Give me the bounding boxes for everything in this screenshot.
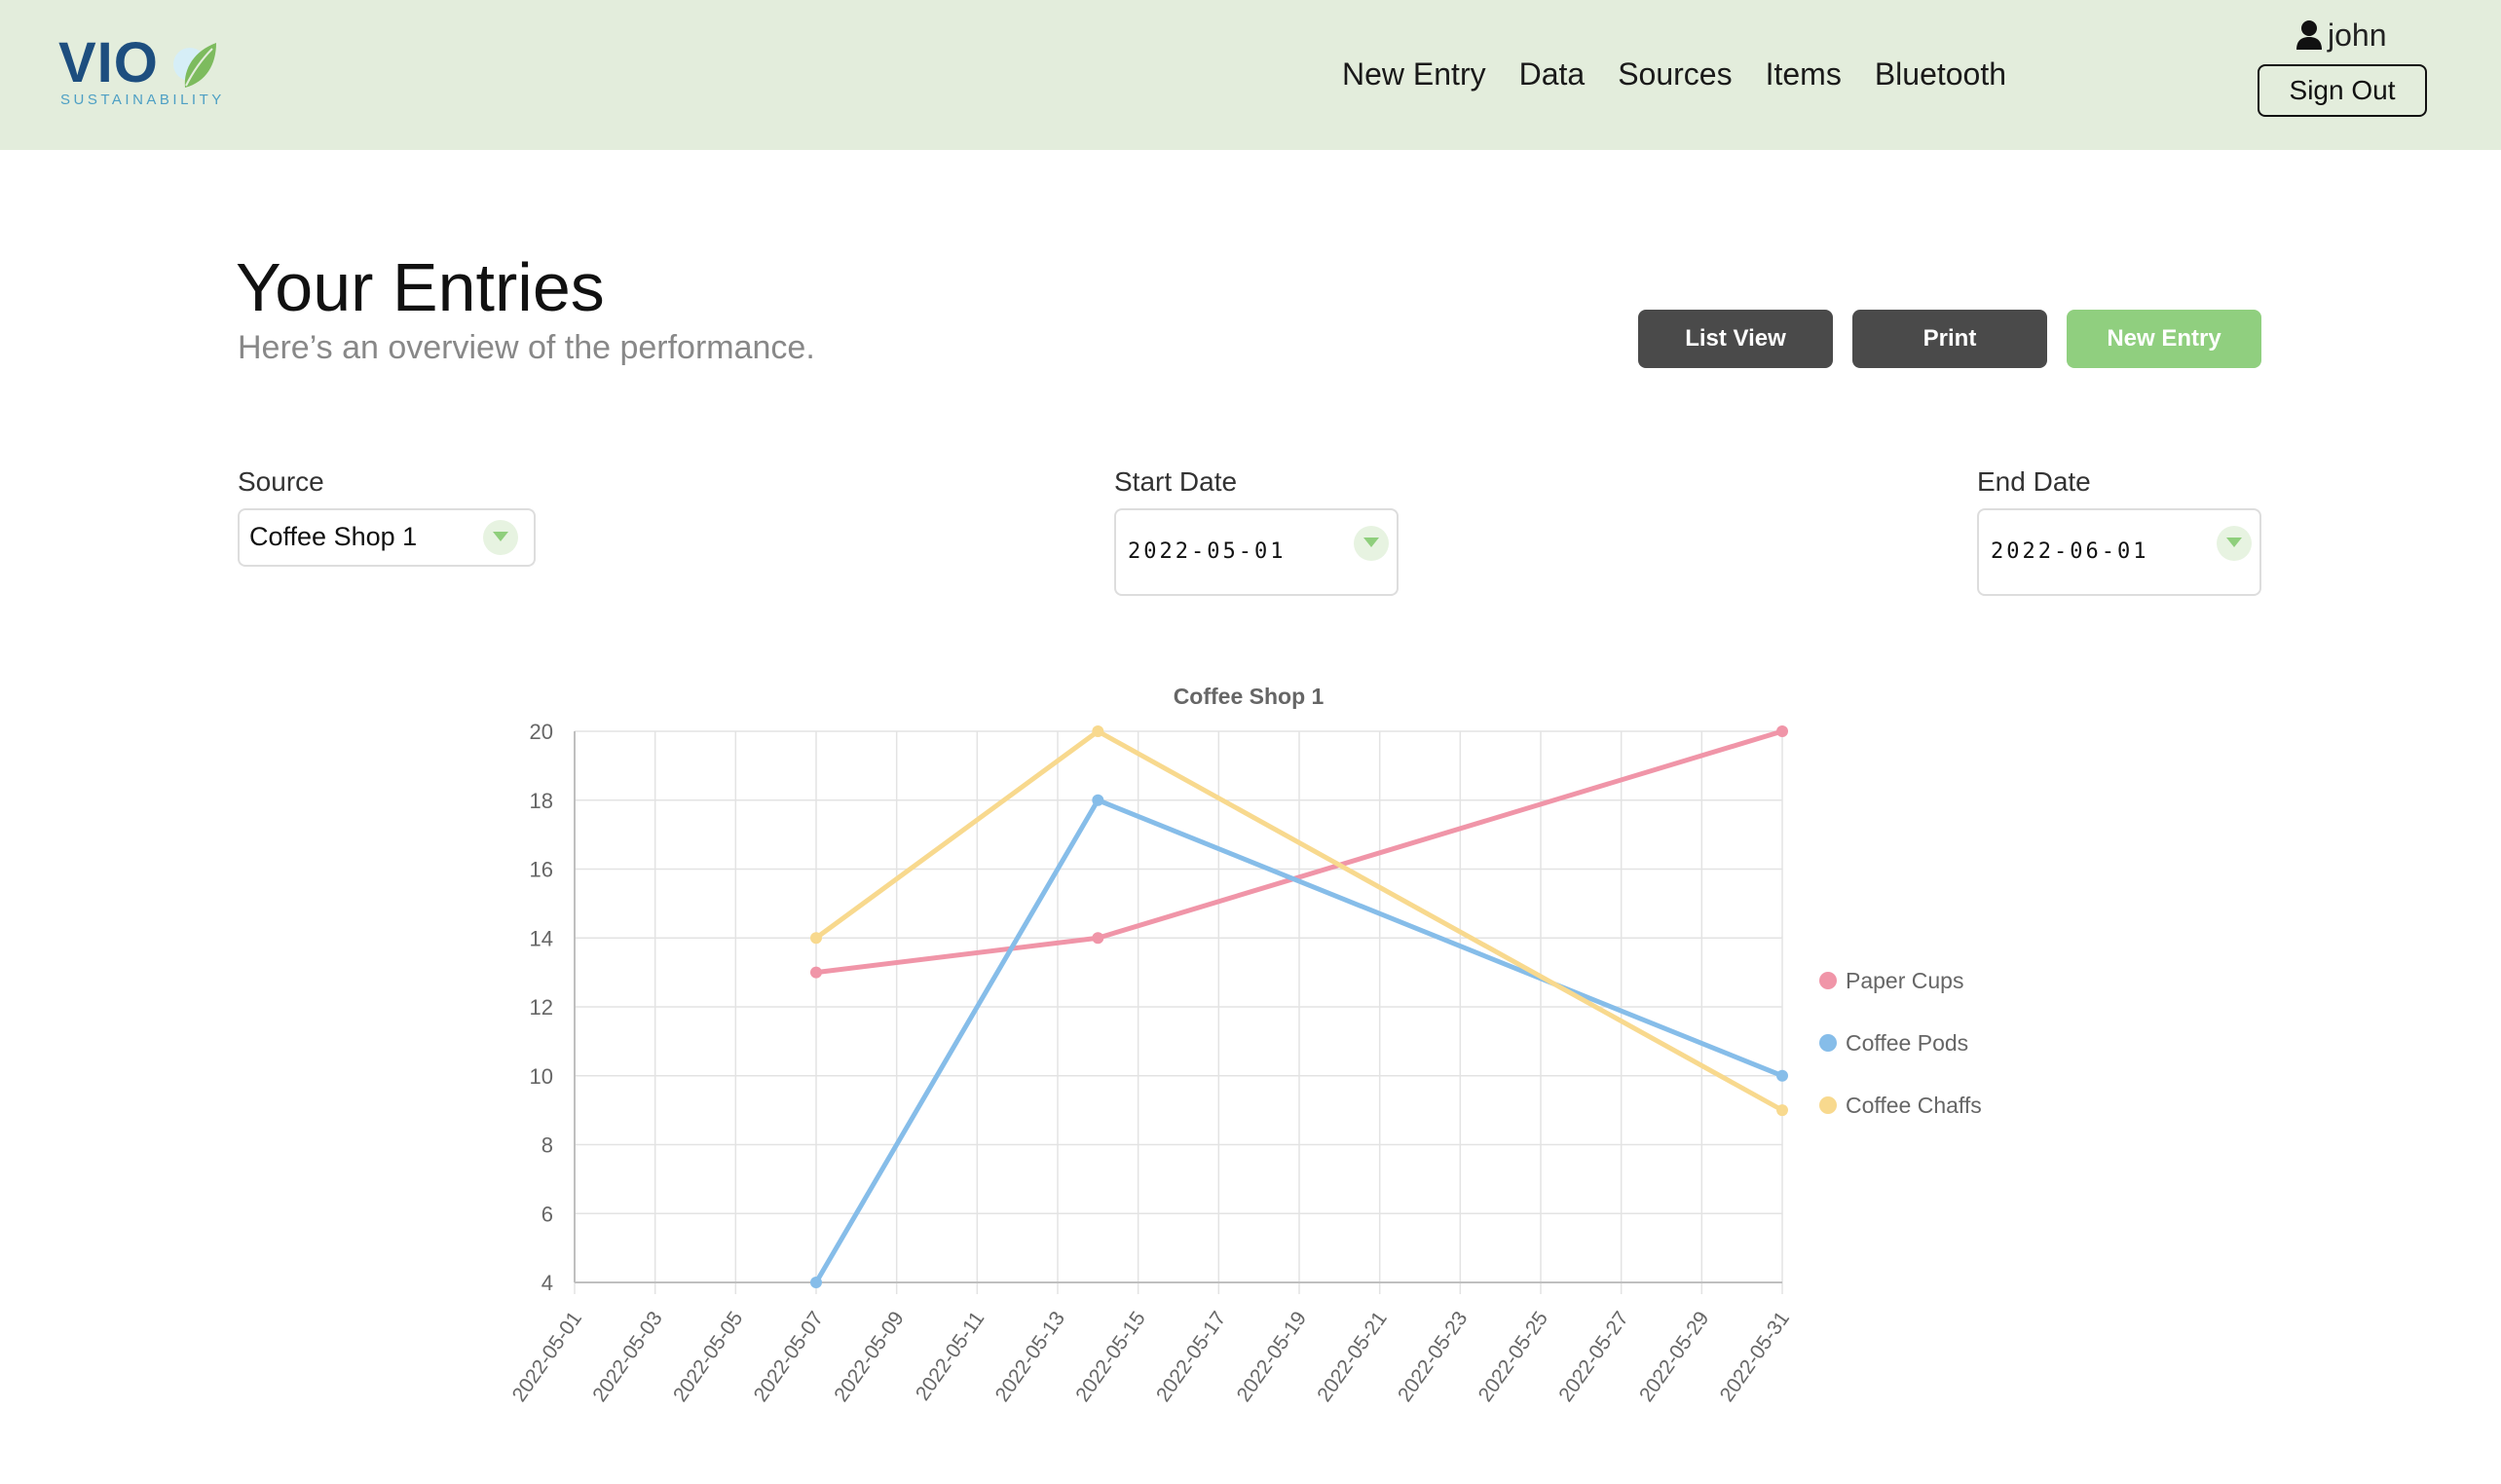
x-tick-label: 2022-05-15 — [1071, 1308, 1149, 1406]
data-point — [1092, 794, 1104, 806]
data-point — [810, 966, 822, 979]
x-tick-label: 2022-05-11 — [912, 1308, 989, 1405]
x-tick-label: 2022-05-31 — [1716, 1308, 1794, 1406]
data-point — [810, 1277, 822, 1288]
y-tick-label: 10 — [530, 1064, 553, 1089]
x-tick-label: 2022-05-19 — [1233, 1308, 1311, 1406]
x-tick-label: 2022-05-29 — [1635, 1308, 1713, 1406]
legend-label: Paper Cups — [1846, 968, 1963, 993]
legend-marker — [1819, 1096, 1837, 1114]
data-point — [810, 932, 822, 945]
data-point — [1092, 932, 1104, 945]
x-tick-label: 2022-05-17 — [1152, 1308, 1230, 1406]
y-tick-label: 4 — [541, 1271, 553, 1295]
x-tick-label: 2022-05-27 — [1554, 1308, 1632, 1406]
x-tick-label: 2022-05-03 — [588, 1308, 666, 1406]
x-tick-label: 2022-05-05 — [669, 1308, 747, 1406]
data-point — [1776, 1104, 1788, 1117]
data-point — [1776, 1069, 1788, 1082]
y-tick-label: 6 — [541, 1202, 553, 1226]
x-tick-label: 2022-05-01 — [508, 1308, 586, 1406]
legend-marker — [1819, 1034, 1837, 1052]
x-tick-label: 2022-05-25 — [1474, 1308, 1552, 1406]
legend-label: Coffee Pods — [1846, 1030, 1968, 1056]
data-point — [1776, 725, 1788, 737]
y-tick-label: 12 — [530, 995, 553, 1020]
x-tick-label: 2022-05-07 — [750, 1308, 828, 1406]
y-tick-label: 16 — [530, 858, 553, 882]
chart-title: Coffee Shop 1 — [1174, 684, 1325, 709]
line-chart: Coffee Shop 14681012141618202022-05-01 20… — [508, 684, 1982, 1406]
x-tick-label: 2022-05-21 — [1313, 1308, 1391, 1406]
data-point — [1092, 725, 1104, 737]
y-tick-label: 18 — [530, 789, 553, 813]
y-tick-label: 8 — [541, 1133, 553, 1158]
y-tick-label: 20 — [530, 720, 553, 744]
x-tick-label: 2022-05-09 — [830, 1308, 908, 1406]
legend-label: Coffee Chaffs — [1846, 1093, 1982, 1118]
legend-marker — [1819, 972, 1837, 989]
x-tick-label: 2022-05-23 — [1394, 1308, 1472, 1406]
y-tick-label: 14 — [530, 926, 553, 950]
x-tick-label: 2022-05-13 — [991, 1308, 1069, 1406]
